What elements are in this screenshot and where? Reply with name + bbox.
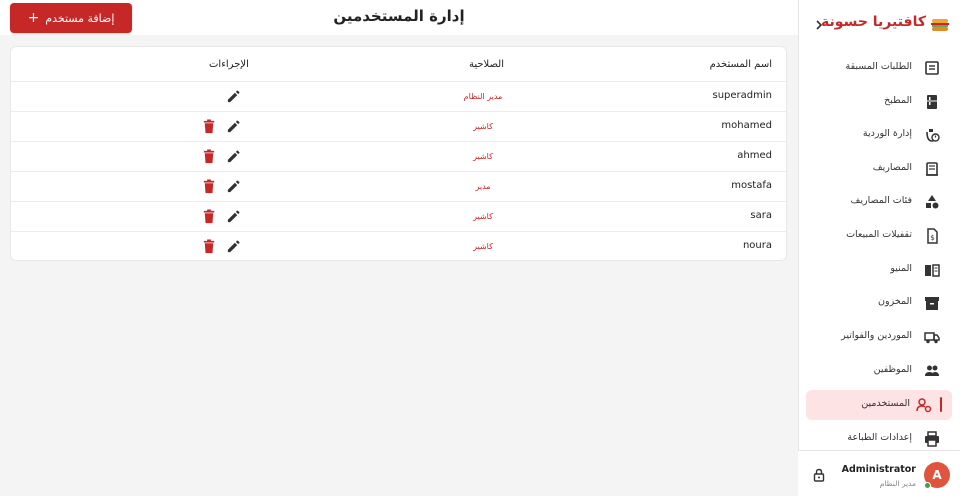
table-row: ahmed كاشير [11, 142, 786, 172]
lock-icon[interactable] [812, 468, 826, 482]
pending-orders-icon [925, 61, 939, 75]
brand-title: كافتيريا حسونة [821, 14, 926, 30]
edit-icon[interactable] [226, 209, 241, 224]
sidebar-item-label: الطلبات المسبقة [845, 61, 912, 72]
sidebar-item-menu[interactable]: المنيو [806, 255, 952, 285]
role-badge: مدير [475, 182, 491, 191]
delete-icon[interactable] [202, 209, 216, 224]
table-row: superadmin مدير النظام [11, 82, 786, 112]
column-header-actions: الإجراءات [209, 59, 249, 70]
sidebar-item-inventory[interactable]: المخزون [806, 288, 952, 318]
brand-header: كافتيريا حسونة [798, 0, 960, 50]
username-cell: mohamed [721, 120, 772, 131]
sidebar-item-print-settings[interactable]: إعدادات الطباعة [806, 424, 952, 450]
sidebar-item-pending-orders[interactable]: الطلبات المسبقة [806, 53, 952, 83]
role-badge: كاشير [473, 242, 493, 251]
sidebar-item-label: المصاريف [872, 162, 912, 173]
username-cell: sara [750, 210, 772, 221]
shift-icon [926, 129, 940, 142]
sidebar-item-shift[interactable]: إدارة الوردية [806, 120, 952, 150]
sales-closing-icon: $ [927, 228, 938, 244]
plus-icon: + [27, 10, 40, 26]
add-user-button-label: إضافة مستخدم [45, 11, 115, 25]
sidebar-item-expense-categories[interactable]: فئات المصاريف [806, 187, 952, 217]
cafeteria-logo-icon [931, 19, 949, 31]
sidebar-item-expenses[interactable]: المصاريف [806, 154, 952, 184]
sidebar-item-label: المستخدمين [861, 398, 910, 409]
table-header-row: اسم المستخدم الصلاحية الإجراءات [11, 51, 786, 82]
sidebar-item-kitchen[interactable]: المطبخ [806, 87, 952, 117]
sidebar-nav: الطلبات المسبقة المطبخ إدارة الوردية الم… [798, 50, 960, 450]
sidebar-item-label: فئات المصاريف [850, 195, 913, 206]
user-settings-icon [916, 398, 932, 413]
inventory-icon [925, 297, 939, 310]
category-icon [926, 195, 939, 209]
delete-icon[interactable] [202, 119, 216, 134]
edit-icon[interactable] [226, 89, 241, 104]
printer-icon [925, 431, 939, 447]
edit-icon[interactable] [226, 179, 241, 194]
receipt-icon [926, 162, 938, 176]
sidebar-item-label: إدارة الوردية [862, 128, 912, 139]
sidebar-item-label: الموردين والفواتير [841, 330, 912, 341]
delete-icon[interactable] [202, 179, 216, 194]
user-role: مدير النظام [879, 479, 916, 488]
svg-text:$: $ [930, 234, 934, 242]
sidebar: كافتيريا حسونة الطلبات المسبقة المطبخ إد… [798, 0, 960, 496]
user-name: Administrator [841, 464, 916, 475]
sidebar-item-label: إعدادات الطباعة [847, 432, 912, 443]
current-user-panel[interactable]: A Administrator مدير النظام [798, 450, 960, 496]
role-badge: كاشير [473, 212, 493, 221]
table-row: sara كاشير [11, 202, 786, 232]
users-table: اسم المستخدم الصلاحية الإجراءات superadm… [10, 46, 787, 261]
sidebar-item-suppliers[interactable]: الموردين والفواتير [806, 322, 952, 352]
sidebar-item-employees[interactable]: الموظفين [806, 356, 952, 386]
username-cell: superadmin [712, 90, 773, 101]
column-header-role: الصلاحية [468, 59, 505, 70]
username-cell: ahmed [737, 150, 772, 161]
edit-icon[interactable] [226, 149, 241, 164]
table-row: noura كاشير [11, 232, 786, 260]
edit-icon[interactable] [226, 119, 241, 134]
top-bar: إدارة المستخدمين + إضافة مستخدم [0, 0, 798, 35]
table-row: mohamed كاشير [11, 112, 786, 142]
kitchen-icon [927, 95, 937, 109]
sidebar-item-label: تقفيلات المبيعات [846, 229, 912, 240]
chevron-right-icon [816, 20, 823, 30]
username-cell: mostafa [731, 180, 772, 191]
delete-icon[interactable] [202, 239, 216, 254]
sidebar-item-label: المخزون [878, 296, 912, 307]
active-indicator [940, 397, 942, 412]
online-status-dot [924, 482, 931, 489]
role-badge: مدير النظام [463, 92, 503, 101]
edit-icon[interactable] [226, 239, 241, 254]
menu-book-icon [925, 264, 940, 277]
role-badge: كاشير [473, 152, 493, 161]
delete-icon[interactable] [202, 149, 216, 164]
sidebar-item-users[interactable]: المستخدمين [806, 390, 952, 420]
truck-icon [924, 332, 940, 344]
column-header-username: اسم المستخدم [709, 59, 772, 70]
table-row: mostafa مدير [11, 172, 786, 202]
people-icon [925, 365, 939, 376]
sidebar-item-label: المطبخ [884, 95, 912, 106]
sidebar-item-label: المنيو [890, 263, 912, 274]
role-badge: كاشير [473, 122, 493, 131]
sidebar-item-label: الموظفين [873, 364, 912, 375]
sidebar-item-sales-closing[interactable]: $ تقفيلات المبيعات [806, 221, 952, 251]
username-cell: noura [742, 240, 772, 251]
collapse-sidebar-button[interactable] [810, 16, 828, 34]
add-user-button[interactable]: + إضافة مستخدم [10, 3, 132, 33]
